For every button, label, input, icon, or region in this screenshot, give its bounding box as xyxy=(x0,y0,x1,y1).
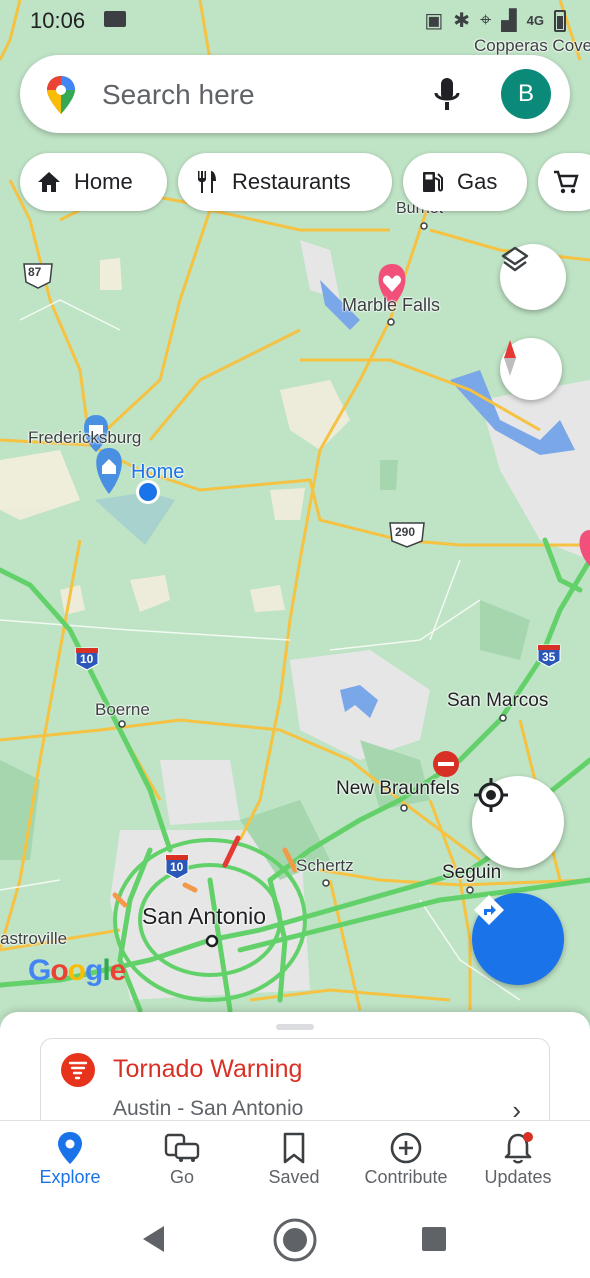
chip-gas[interactable]: Gas xyxy=(403,153,527,211)
bottom-navigation: Explore Go Saved Contribute Updates xyxy=(0,1120,590,1201)
google-maps-logo-icon xyxy=(47,76,75,114)
nav-label: Contribute xyxy=(364,1167,448,1187)
nav-explore[interactable]: Explore xyxy=(15,1129,125,1188)
i10-sa-label: 10 xyxy=(170,860,184,874)
shopping-cart-icon xyxy=(554,170,579,194)
mail-icon xyxy=(104,11,126,27)
alert-title: Tornado Warning xyxy=(113,1055,303,1083)
map-label-boerne: Boerne xyxy=(95,700,150,719)
signal-icon: ▟ xyxy=(501,10,517,32)
compass-icon xyxy=(504,340,516,376)
microphone-icon[interactable] xyxy=(430,75,464,113)
map-label-home: Home xyxy=(131,461,185,483)
explore-pin-icon xyxy=(58,1132,82,1164)
bookmark-icon xyxy=(283,1132,305,1164)
chip-home[interactable]: Home xyxy=(20,153,167,211)
recents-icon[interactable] xyxy=(421,1226,447,1252)
gas-pump-icon xyxy=(423,172,443,192)
bluetooth-icon: ✱ xyxy=(453,10,470,32)
search-bar[interactable]: Search here B xyxy=(20,55,570,133)
map-label-seguin: Seguin xyxy=(442,862,502,883)
avatar[interactable]: B xyxy=(501,69,551,119)
directions-button[interactable] xyxy=(472,893,564,985)
chip-label: Gas xyxy=(457,169,498,194)
tornado-alert-card[interactable]: Tornado Warning Austin - San Antonio › xyxy=(40,1038,550,1132)
map-label-san-marcos: San Marcos xyxy=(447,690,549,711)
us290-label: 290 xyxy=(395,525,416,539)
bottom-sheet[interactable]: Tornado Warning Austin - San Antonio › xyxy=(0,1012,590,1132)
nav-contribute[interactable]: Contribute xyxy=(351,1129,461,1188)
nav-label: Saved xyxy=(268,1167,320,1187)
map-label-marble-falls: Marble Falls xyxy=(342,295,441,315)
drag-handle[interactable] xyxy=(276,1024,314,1030)
favorite-pin-edge-icon xyxy=(579,530,590,566)
nav-label: Explore xyxy=(39,1167,101,1187)
map-label-new-braunfels: New Braunfels xyxy=(336,778,460,799)
home-pin-icon xyxy=(96,448,122,494)
search-input[interactable]: Search here xyxy=(102,79,255,111)
nav-go[interactable]: Go xyxy=(127,1129,237,1188)
back-icon[interactable] xyxy=(140,1224,168,1254)
us87-label: 87 xyxy=(28,265,42,279)
map-label-san-antonio: San Antonio xyxy=(142,903,267,929)
system-navigation xyxy=(0,1200,590,1278)
status-icons: ▣ ✱ ⌖ ▟ 4G xyxy=(424,8,566,33)
nav-label: Go xyxy=(169,1167,194,1187)
nav-updates[interactable]: Updates xyxy=(463,1129,573,1188)
car-bus-icon xyxy=(164,1133,200,1162)
status-bar: 10:06 ▣ ✱ ⌖ ▟ 4G xyxy=(0,0,590,42)
chip-label: Home xyxy=(74,169,133,194)
road-closure-icon xyxy=(433,751,459,777)
nav-label: Updates xyxy=(484,1167,552,1187)
i35-label: 35 xyxy=(542,650,556,664)
my-location-button[interactable] xyxy=(472,776,564,868)
nav-saved[interactable]: Saved xyxy=(239,1129,349,1188)
network-type: 4G xyxy=(526,13,544,28)
compass-button[interactable] xyxy=(500,338,562,400)
add-circle-icon xyxy=(390,1132,422,1164)
map-label-schertz: Schertz xyxy=(296,856,354,875)
battery-icon xyxy=(554,9,566,32)
home-circle-icon[interactable] xyxy=(272,1217,318,1263)
chip-label: Restaurants xyxy=(232,169,351,194)
google-logo: Google xyxy=(28,954,126,987)
nfc-icon: ▣ xyxy=(424,10,444,32)
i10-west-label: 10 xyxy=(80,652,94,666)
tornado-icon xyxy=(61,1053,95,1087)
bell-icon xyxy=(504,1132,533,1164)
alert-subtitle: Austin - San Antonio xyxy=(113,1097,304,1120)
layers-icon xyxy=(501,246,529,272)
chip-shopping[interactable] xyxy=(538,153,590,211)
directions-icon xyxy=(474,895,504,925)
location-icon: ⌖ xyxy=(480,9,492,31)
chip-restaurants[interactable]: Restaurants xyxy=(178,153,392,211)
status-time: 10:06 xyxy=(30,8,86,33)
layers-button[interactable] xyxy=(500,244,566,310)
map-label-fredericksburg: Fredericksburg xyxy=(28,428,142,447)
home-icon xyxy=(38,172,60,192)
fork-knife-icon xyxy=(198,171,216,193)
my-location-icon xyxy=(474,778,508,812)
map-label-castroville: astroville xyxy=(0,929,68,948)
